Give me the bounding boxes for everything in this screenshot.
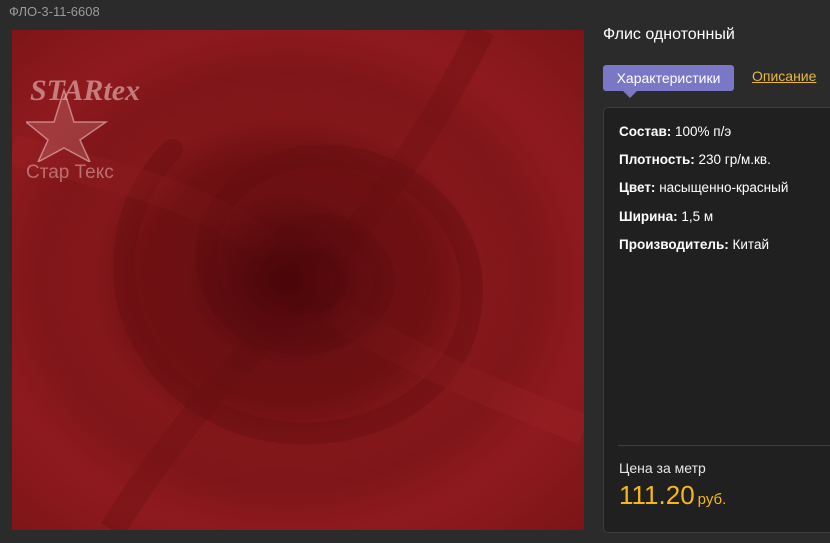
price-amount: 111.20 (619, 480, 695, 510)
logo-caption: Стар Текс (26, 162, 114, 183)
spec-row: Ширина: 1,5 м (619, 209, 788, 237)
panel-divider (618, 445, 830, 446)
specs-panel: Состав: 100% п/э Плотность: 230 гр/м.кв.… (603, 107, 830, 533)
spec-label: Ширина: (619, 208, 678, 224)
spec-value: Китай (732, 236, 770, 252)
spec-row: Цвет: насыщенно-красный (619, 180, 788, 208)
spec-label: Производитель: (619, 236, 729, 252)
product-sku: ФЛО-3-11-6608 (9, 4, 100, 19)
price-value: 111.20 руб. (619, 480, 726, 511)
spec-value: насыщенно-красный (659, 180, 789, 196)
product-photo[interactable]: STARtex Стар Текс (12, 30, 584, 530)
price-currency: руб. (697, 491, 727, 508)
price-label: Цена за метр (619, 460, 706, 476)
spec-row: Состав: 100% п/э (619, 124, 788, 152)
product-title: Флис однотонный (603, 26, 735, 43)
spec-row: Производитель: Китай (619, 237, 788, 265)
spec-label: Состав: (619, 124, 672, 139)
star-logo-icon: STARtex (26, 74, 140, 162)
tab-characteristics[interactable]: Характеристики (603, 65, 734, 98)
spec-label: Плотность: (619, 152, 695, 168)
spec-row: Плотность: 230 гр/м.кв. (619, 152, 788, 180)
logo-wordmark: STARtex (30, 74, 140, 107)
spec-label: Цвет: (619, 180, 656, 196)
specs-list: Состав: 100% п/э Плотность: 230 гр/м.кв.… (619, 124, 788, 265)
startex-logo: STARtex Стар Текс (26, 70, 156, 190)
tab-description[interactable]: Описание (752, 68, 816, 84)
spec-value: 1,5 м (681, 208, 714, 224)
spec-value: 100% п/э (675, 124, 732, 139)
spec-value: 230 гр/м.кв. (698, 152, 771, 168)
